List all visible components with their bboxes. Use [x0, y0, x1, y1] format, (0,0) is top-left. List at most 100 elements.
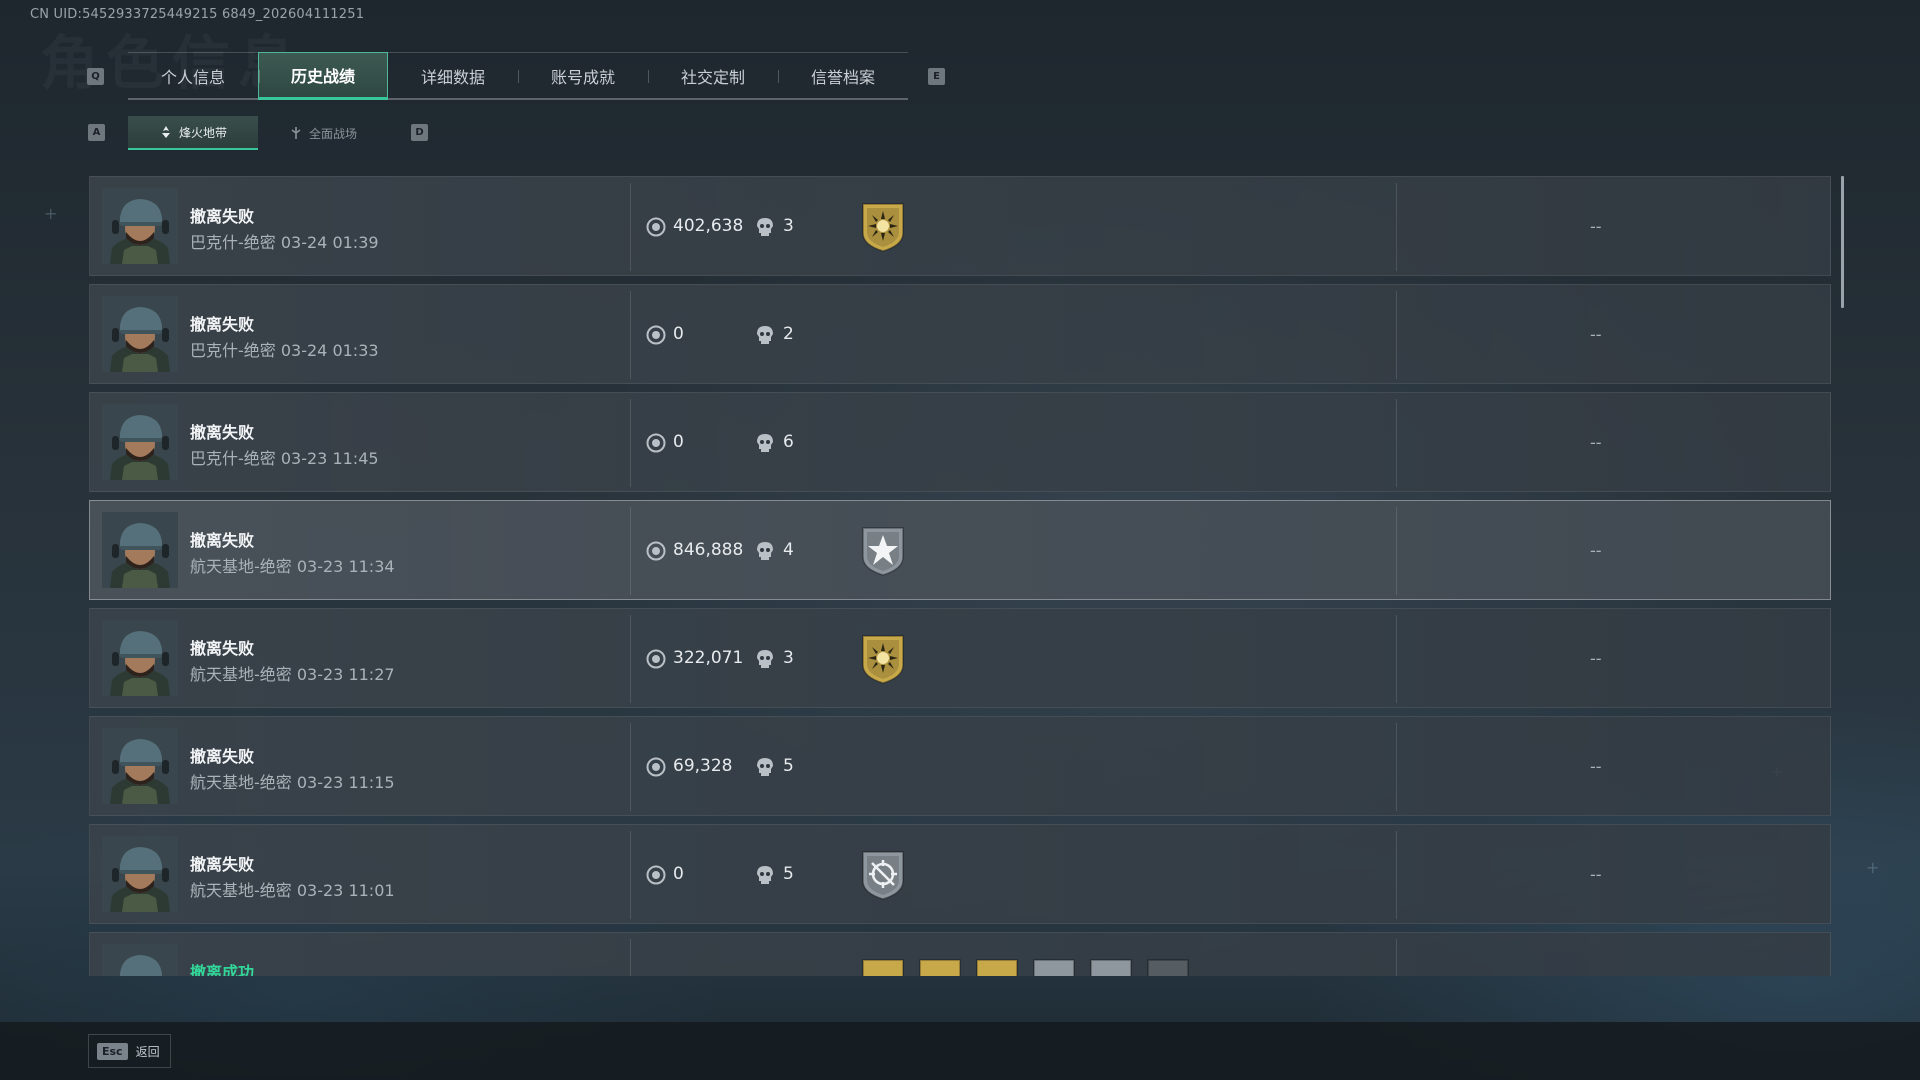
column-divider	[630, 723, 631, 811]
map-and-time: 巴克什-绝密 03-23 11:45	[190, 449, 379, 468]
match-record-row[interactable]: 撤离成功	[89, 932, 1831, 976]
tab-social-customization[interactable]: 社交定制	[648, 53, 778, 99]
skull-kill-icon	[757, 434, 773, 452]
esc-key: Esc	[97, 1042, 128, 1060]
result-placeholder: --	[1590, 325, 1602, 344]
skull-kill-icon	[757, 542, 773, 560]
operator-avatar	[102, 296, 178, 372]
skull-kill-icon	[757, 758, 773, 776]
column-divider	[630, 183, 631, 271]
extraction-status: 撤离成功	[190, 963, 255, 976]
match-history-list: 撤离失败 巴克什-绝密 03-24 01:39 402,638 3 -- 撤离失…	[89, 176, 1831, 976]
subtab-label: 烽火地带	[178, 125, 227, 140]
skull-kill-icon	[757, 326, 773, 344]
map-and-time: 巴克什-绝密 03-24 01:39	[190, 233, 379, 252]
column-divider	[1396, 183, 1397, 271]
operator-avatar	[102, 728, 178, 804]
loot-value: 0	[673, 864, 684, 884]
kill-count: 5	[783, 864, 794, 884]
map-and-time: 航天基地-绝密 03-23 11:34	[190, 557, 395, 576]
mode-subtab-bar: 烽火地带 全面战场	[128, 116, 388, 150]
operator-avatar	[102, 188, 178, 264]
kill-count: 6	[783, 432, 794, 452]
loot-value: 0	[673, 432, 684, 452]
operator-avatar	[102, 512, 178, 588]
tab-personal-info[interactable]: 个人信息	[128, 53, 258, 99]
match-record-row[interactable]: 撤离失败 航天基地-绝密 03-23 11:34 846,888 4 --	[89, 500, 1831, 600]
column-divider	[630, 615, 631, 703]
extraction-status: 撤离失败	[190, 639, 255, 658]
column-divider	[1396, 399, 1397, 487]
column-divider	[1396, 507, 1397, 595]
column-divider	[630, 507, 631, 595]
match-record-row[interactable]: 撤离失败 航天基地-绝密 03-23 11:15 69,328 5 --	[89, 716, 1831, 816]
achievement-badge-icon	[1147, 959, 1189, 976]
extraction-status: 撤离失败	[190, 423, 255, 442]
kill-count: 3	[783, 216, 794, 236]
kill-count: 5	[783, 756, 794, 776]
next-tab-key[interactable]: E	[928, 68, 945, 85]
achievement-badge-icon	[976, 959, 1018, 976]
result-placeholder: --	[1590, 433, 1602, 452]
footer-bar	[0, 1022, 1920, 1080]
coin-value-icon	[646, 433, 666, 453]
main-tab-bar: 个人信息 历史战绩 详细数据 账号成就 社交定制 信誉档案	[128, 51, 908, 100]
match-record-row[interactable]: 撤离失败 航天基地-绝密 03-23 11:01 0 5 --	[89, 824, 1831, 924]
operator-avatar	[102, 944, 178, 976]
loot-value: 846,888	[673, 540, 744, 560]
column-divider	[1396, 723, 1397, 811]
tab-account-achievements[interactable]: 账号成就	[518, 53, 648, 99]
achievement-badge-icon	[1090, 959, 1132, 976]
back-label: 返回	[135, 1044, 160, 1059]
prev-subtab-key[interactable]: A	[88, 124, 105, 141]
subtab-flame-zone[interactable]: 烽火地带	[128, 116, 258, 150]
prev-tab-key[interactable]: Q	[87, 68, 104, 85]
tab-match-history[interactable]: 历史战绩	[258, 51, 388, 100]
column-divider	[1396, 831, 1397, 919]
kill-count: 3	[783, 648, 794, 668]
result-placeholder: --	[1590, 541, 1602, 560]
coin-value-icon	[646, 865, 666, 885]
kill-count: 4	[783, 540, 794, 560]
extraction-status: 撤离失败	[190, 531, 255, 550]
match-record-row[interactable]: 撤离失败 航天基地-绝密 03-23 11:27 322,071 3 --	[89, 608, 1831, 708]
column-divider	[630, 939, 631, 976]
match-record-row[interactable]: 撤离失败 巴克什-绝密 03-24 01:39 402,638 3 --	[89, 176, 1831, 276]
achievement-badge-icon	[919, 959, 961, 976]
kill-count: 2	[783, 324, 794, 344]
match-record-row[interactable]: 撤离失败 巴克什-绝密 03-24 01:33 0 2 --	[89, 284, 1831, 384]
loot-value: 69,328	[673, 756, 733, 776]
hud-plus-icon: +	[1866, 858, 1880, 877]
next-subtab-key[interactable]: D	[411, 124, 428, 141]
subtab-label: 全面战场	[308, 126, 357, 141]
extraction-status: 撤离失败	[190, 315, 255, 334]
flame-zone-icon	[161, 126, 170, 138]
result-placeholder: --	[1590, 757, 1602, 776]
extraction-status: 撤离失败	[190, 207, 255, 226]
skull-kill-icon	[757, 650, 773, 668]
column-divider	[1396, 615, 1397, 703]
loot-value: 322,071	[673, 648, 744, 668]
extraction-status: 撤离失败	[190, 747, 255, 766]
extraction-status: 撤离失败	[190, 855, 255, 874]
match-record-row[interactable]: 撤离失败 巴克什-绝密 03-23 11:45 0 6 --	[89, 392, 1831, 492]
coin-value-icon	[646, 541, 666, 561]
column-divider	[630, 399, 631, 487]
loot-value: 0	[673, 324, 684, 344]
tab-detailed-data[interactable]: 详细数据	[388, 53, 518, 99]
subtab-battlefield[interactable]: 全面战场	[258, 116, 388, 150]
map-and-time: 航天基地-绝密 03-23 11:15	[190, 773, 395, 792]
map-and-time: 巴克什-绝密 03-24 01:33	[190, 341, 379, 360]
tab-reputation-record[interactable]: 信誉档案	[778, 53, 908, 99]
column-divider	[1396, 291, 1397, 379]
hud-plus-icon: +	[44, 204, 58, 223]
skull-kill-icon	[757, 866, 773, 884]
battlefield-icon	[291, 127, 301, 139]
map-and-time: 航天基地-绝密 03-23 11:01	[190, 881, 395, 900]
coin-value-icon	[646, 217, 666, 237]
operator-avatar	[102, 836, 178, 912]
list-scrollbar[interactable]	[1841, 176, 1844, 308]
back-button[interactable]: Esc 返回	[88, 1034, 171, 1068]
achievement-badge-icon	[862, 959, 904, 976]
coin-value-icon	[646, 649, 666, 669]
